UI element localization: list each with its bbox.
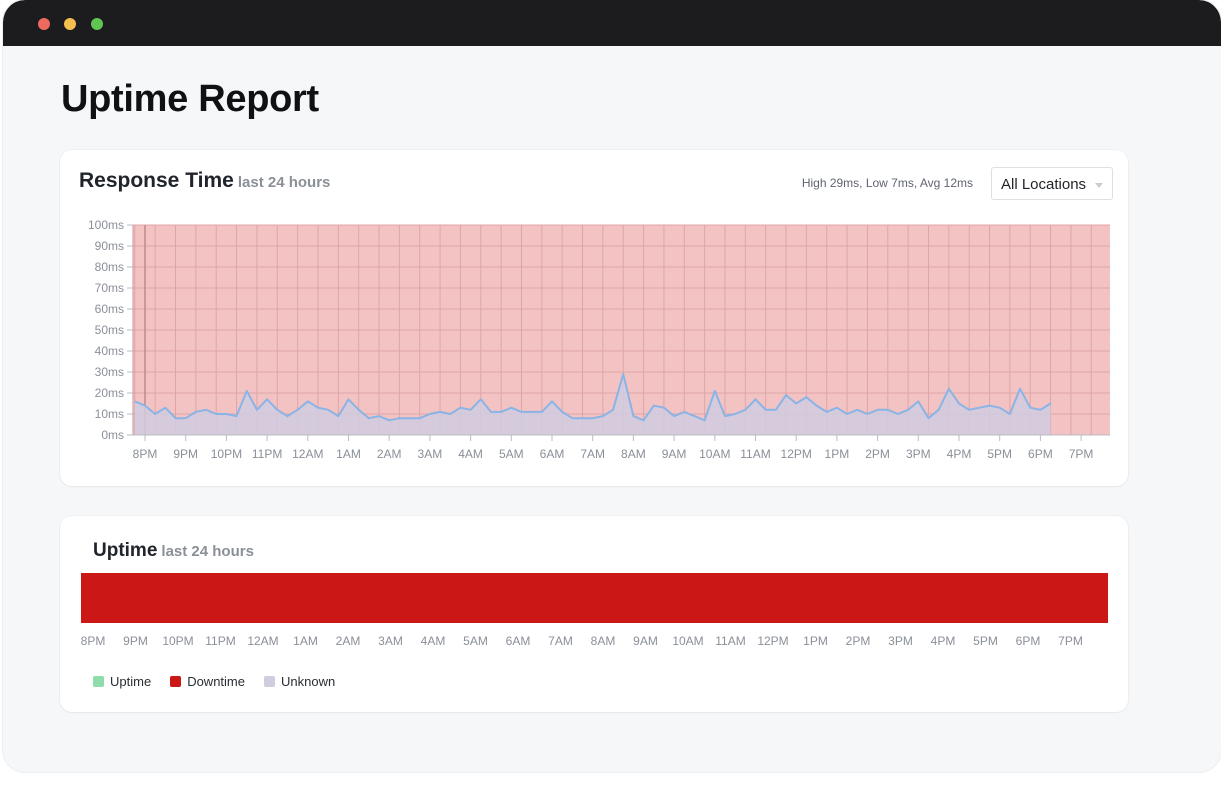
y-tick-label: 30ms <box>95 365 124 379</box>
uptime-x-tick-label: 3PM <box>888 634 913 648</box>
uptime-x-tick-label: 10AM <box>672 634 703 648</box>
uptime-x-tick-label: 12AM <box>247 634 278 648</box>
uptime-x-tick-label: 7PM <box>1058 634 1083 648</box>
uptime-x-tick-label: 2PM <box>846 634 871 648</box>
uptime-legend: Uptime Downtime Unknown <box>93 674 335 689</box>
app-window: Uptime Report Response Time last 24 hours… <box>3 0 1221 772</box>
x-tick-label: 10AM <box>699 447 730 461</box>
legend-swatch <box>263 676 275 687</box>
maximize-window-button[interactable] <box>91 18 103 30</box>
y-tick-label: 80ms <box>95 260 124 274</box>
x-tick-label: 4AM <box>458 447 483 461</box>
x-tick-label: 12PM <box>781 447 812 461</box>
title-bar <box>3 0 1221 46</box>
y-tick-label: 50ms <box>95 323 124 337</box>
uptime-x-tick-label: 3AM <box>378 634 403 648</box>
y-tick-label: 90ms <box>95 239 124 253</box>
uptime-x-tick-label: 10PM <box>162 634 193 648</box>
x-tick-label: 1AM <box>336 447 361 461</box>
x-tick-label: 3AM <box>418 447 443 461</box>
x-tick-label: 6AM <box>540 447 565 461</box>
x-tick-label: 9PM <box>173 447 198 461</box>
y-tick-label: 70ms <box>95 281 124 295</box>
x-tick-label: 2AM <box>377 447 402 461</box>
page-title: Uptime Report <box>61 78 319 120</box>
uptime-x-tick-label: 2AM <box>336 634 361 648</box>
uptime-x-tick-label: 5AM <box>463 634 488 648</box>
legend-item-downtime[interactable]: Downtime <box>170 674 245 689</box>
legend-swatch <box>93 676 104 687</box>
close-window-button[interactable] <box>38 18 50 30</box>
uptime-x-tick-label: 9PM <box>123 634 148 648</box>
x-tick-label: 1PM <box>825 447 850 461</box>
legend-item-uptime[interactable]: Uptime <box>93 674 151 689</box>
response-time-card: Response Time last 24 hours High 29ms, Lo… <box>60 150 1128 486</box>
legend-swatch <box>170 676 182 687</box>
uptime-x-tick-label: 6PM <box>1016 634 1041 648</box>
x-tick-label: 3PM <box>906 447 931 461</box>
y-tick-label: 10ms <box>95 407 124 421</box>
x-tick-label: 12AM <box>292 447 323 461</box>
uptime-x-tick-label: 7AM <box>548 634 573 648</box>
x-tick-label: 8PM <box>133 447 158 461</box>
y-tick-label: 40ms <box>95 344 124 358</box>
x-tick-label: 4PM <box>947 447 972 461</box>
x-tick-label: 5AM <box>499 447 524 461</box>
legend-label: Unknown <box>280 674 336 689</box>
response-time-chart: 0ms 10ms 20ms 30ms 40ms 50ms 60ms 70ms 80ms 90ms 1… <box>88 218 1110 461</box>
uptime-x-tick-label: 11AM <box>715 634 745 648</box>
legend-item-unknown[interactable]: Unknown <box>263 674 336 689</box>
legend-label: Downtime <box>187 674 245 689</box>
uptime-x-tick-label: 9AM <box>633 634 658 648</box>
x-tick-label: 10PM <box>211 447 242 461</box>
uptime-x-tick-label: 1AM <box>293 634 318 648</box>
downtime-bar[interactable] <box>81 573 1108 623</box>
legend-label: Uptime <box>110 674 152 689</box>
uptime-x-tick-label: 11PM <box>205 634 235 648</box>
uptime-x-tick-label: 8PM <box>81 634 106 648</box>
x-tick-label: 11PM <box>252 447 282 461</box>
y-tick-label: 60ms <box>95 302 124 316</box>
uptime-x-tick-label: 1PM <box>803 634 828 648</box>
minimize-window-button[interactable] <box>64 18 76 30</box>
x-tick-label: 11AM <box>740 447 770 461</box>
uptime-x-tick-label: 8AM <box>591 634 616 648</box>
uptime-chart: 8PM 9PM 10PM 11PM 12AM 1AM 2AM 3AM 4AM 5AM 6AM 7AM 8… <box>81 573 1108 648</box>
y-tick-label: 20ms <box>95 386 124 400</box>
x-tick-label: 7PM <box>1069 447 1094 461</box>
uptime-card: Uptime last 24 hours 8PM 9PM 10PM 11PM 12AM 1A… <box>60 516 1128 712</box>
uptime-x-tick-label: 12PM <box>757 634 788 648</box>
uptime-x-tick-label: 6AM <box>506 634 531 648</box>
uptime-x-tick-label: 4PM <box>931 634 956 648</box>
x-tick-label: 8AM <box>621 447 646 461</box>
x-tick-label: 9AM <box>662 447 687 461</box>
x-tick-label: 5PM <box>987 447 1012 461</box>
x-tick-label: 2PM <box>865 447 890 461</box>
x-tick-label: 7AM <box>580 447 605 461</box>
uptime-x-tick-label: 5PM <box>973 634 998 648</box>
y-tick-label: 100ms <box>88 218 124 232</box>
uptime-x-tick-label: 4AM <box>421 634 446 648</box>
y-tick-label: 0ms <box>101 428 124 442</box>
x-tick-label: 6PM <box>1028 447 1053 461</box>
